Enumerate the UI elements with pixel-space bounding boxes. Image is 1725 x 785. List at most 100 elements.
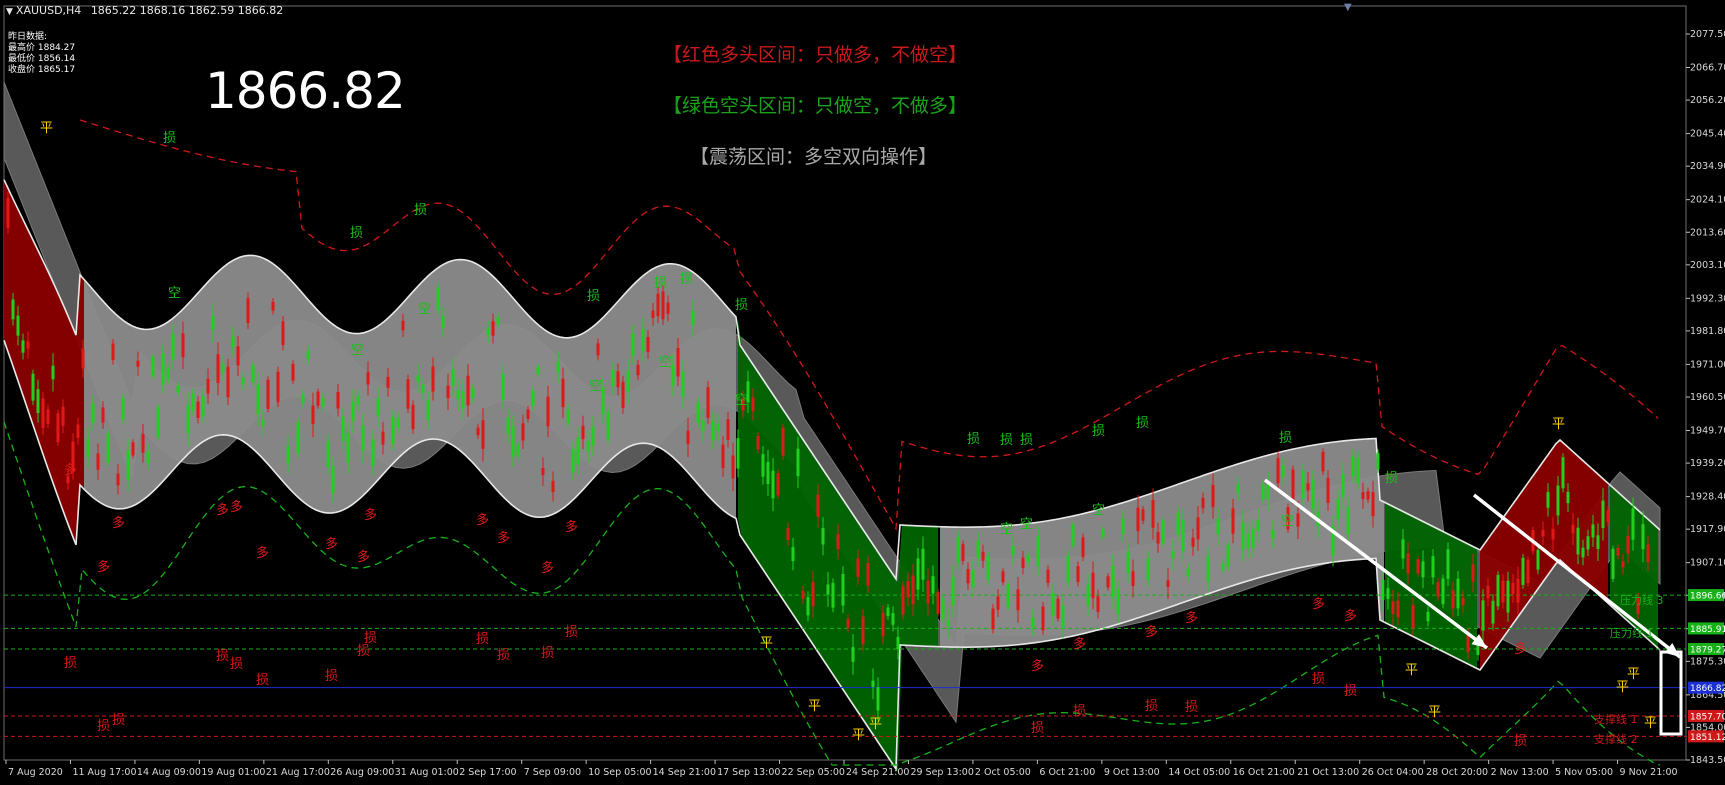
candle-body — [1631, 508, 1635, 540]
candle-body — [706, 387, 710, 418]
candle-body — [1056, 598, 1060, 619]
price-axis-label: 2056.20 — [1690, 95, 1725, 106]
candle-body — [916, 558, 920, 590]
chart-window[interactable]: 平损损损损损损损空空空空空空损损损损损损损空空空空多多多多多多多多多多多多多多多… — [0, 0, 1725, 785]
candle-body — [151, 357, 155, 376]
price-axis-label: 2003.10 — [1690, 260, 1725, 271]
time-axis-label: 14 Oct 05:00 — [1168, 767, 1230, 778]
candle-body — [956, 536, 960, 563]
candle-body — [36, 389, 40, 414]
time-axis-label: 24 Sep 21:00 — [846, 767, 909, 778]
candle-body — [521, 423, 525, 441]
candle-body — [951, 576, 955, 606]
candle-body — [1516, 578, 1520, 603]
signal-marker: 空 — [1092, 503, 1105, 518]
candle-body — [796, 448, 800, 477]
candle-body — [1446, 549, 1450, 579]
signal-marker: 平 — [1616, 680, 1629, 695]
candle-body — [881, 612, 885, 637]
candle-body — [1116, 588, 1120, 615]
candle-body — [211, 315, 215, 330]
candle-body — [1091, 572, 1095, 599]
signal-marker: 平 — [1405, 663, 1418, 678]
time-axis-label: 28 Oct 20:00 — [1426, 767, 1488, 778]
candle-body — [576, 437, 580, 465]
signal-marker: 平 — [1627, 667, 1640, 682]
chart-shift-marker-icon[interactable]: ▼ — [1344, 2, 1352, 13]
candle-body — [1296, 513, 1300, 527]
candle-body — [1551, 528, 1555, 540]
candle-body — [321, 397, 325, 407]
signal-marker: 平 — [869, 717, 882, 732]
symbol-timeframe: XAUUSD,H4 — [15, 4, 82, 17]
signal-marker: 空 — [418, 302, 431, 317]
candle-body — [291, 363, 295, 381]
candle-body — [411, 404, 415, 430]
signal-marker: 损 — [1031, 721, 1044, 736]
candle-body — [11, 299, 15, 320]
signal-marker: 损 — [680, 272, 693, 287]
candle-body — [306, 351, 310, 360]
candle-body — [861, 616, 865, 644]
candle-body — [511, 425, 515, 457]
candle-body — [731, 455, 735, 479]
candle-body — [1341, 474, 1345, 498]
signal-marker: 损 — [541, 646, 554, 661]
candle-body — [341, 416, 345, 442]
candle-body — [571, 448, 575, 473]
candle-body — [1431, 556, 1435, 578]
candle-body — [296, 422, 300, 454]
candle-body — [336, 391, 340, 409]
signal-marker: 平 — [760, 636, 773, 651]
candle-body — [1581, 547, 1585, 558]
signal-marker: 空 — [735, 393, 748, 408]
candle-body — [1451, 590, 1455, 609]
candle-body — [406, 379, 410, 409]
stats-line: 收盘价 1865.17 — [8, 65, 76, 75]
candle-body — [366, 372, 370, 385]
candle-body — [1006, 584, 1010, 608]
signal-marker: 多 — [1031, 658, 1044, 674]
signal-marker: 损 — [216, 649, 229, 664]
price-axis-label: 1960.50 — [1690, 392, 1725, 403]
price-axis-label: 1917.90 — [1690, 524, 1725, 535]
candle-body — [1501, 580, 1505, 603]
price-axis-label: 2024.10 — [1690, 195, 1725, 206]
candle-body — [701, 420, 705, 432]
candle-body — [56, 413, 60, 443]
candle-body — [401, 320, 405, 331]
candle-body — [581, 425, 585, 440]
candle-body — [831, 582, 835, 608]
signal-marker: 多 — [476, 512, 489, 528]
candle-body — [121, 398, 125, 420]
candle-body — [1306, 483, 1310, 491]
candle-body — [821, 527, 825, 545]
candle-body — [1131, 571, 1135, 586]
signal-marker: 损 — [256, 673, 269, 688]
candle-body — [901, 586, 905, 615]
candle-body — [1171, 551, 1175, 559]
candle-body — [476, 427, 480, 436]
signal-marker: 损 — [97, 719, 110, 734]
candle-body — [491, 321, 495, 336]
candle-body — [1436, 582, 1440, 597]
candle-body — [586, 441, 590, 452]
candle-body — [1221, 563, 1225, 571]
signal-marker: 损 — [476, 632, 489, 647]
candle-body — [531, 390, 535, 406]
candle-body — [776, 473, 780, 496]
candle-body — [1191, 537, 1195, 547]
price-axis-label: 1949.70 — [1690, 426, 1725, 437]
candle-body — [1376, 452, 1380, 470]
collapse-triangle-icon[interactable]: ▼ — [6, 7, 13, 17]
signal-marker: 平 — [852, 728, 865, 743]
candle-body — [436, 287, 440, 310]
candle-body — [391, 416, 395, 444]
candle-body — [1571, 524, 1575, 534]
candle-body — [6, 197, 10, 228]
candle-body — [801, 590, 805, 599]
signal-marker: 损 — [325, 669, 338, 684]
candle-body — [1471, 564, 1475, 582]
candle-body — [41, 398, 45, 429]
time-axis-label: 11 Aug 17:00 — [72, 767, 136, 778]
